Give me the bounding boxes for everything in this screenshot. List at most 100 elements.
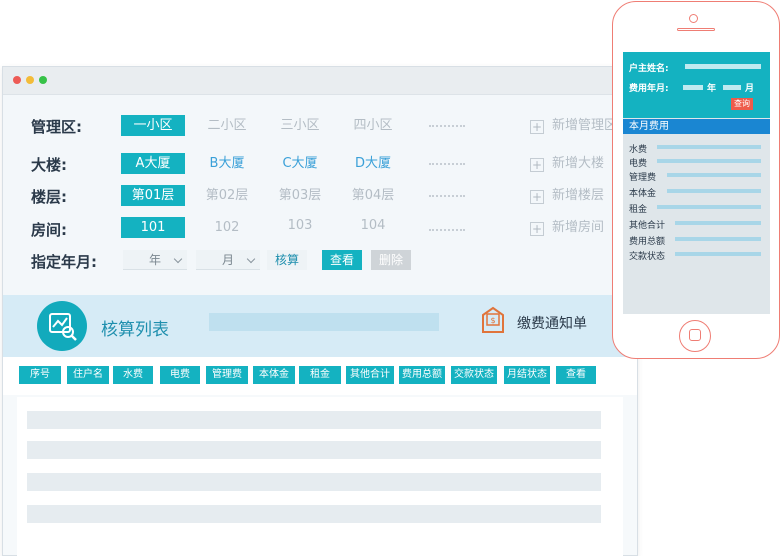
add-floor-label: 新增楼层 [552, 188, 605, 203]
add-district-button[interactable]: + 新增管理区 [530, 117, 617, 135]
maximize-dot[interactable] [39, 76, 47, 84]
building-label: 大楼: [31, 156, 67, 174]
table-row[interactable] [27, 473, 601, 491]
fee-item-label: 本体金 [629, 189, 657, 199]
more-dots [429, 229, 465, 231]
fee-item-label: 管理费 [629, 173, 657, 183]
add-district-label: 新增管理区 [552, 118, 618, 133]
fee-item-label: 其他合计 [629, 221, 666, 231]
district-label: 管理区: [31, 118, 82, 136]
phone-mockup: 户主姓名: 费用年月: 年 月 查询 本月费用 水费 电费 管理费 本体金 租金… [612, 1, 780, 359]
room-label: 房间: [31, 221, 67, 239]
column-header[interactable]: 序号 [19, 366, 61, 384]
owner-name-label: 户主姓名: [629, 64, 669, 74]
building-option-b[interactable]: B大厦 [195, 153, 259, 174]
home-button[interactable] [679, 320, 711, 352]
building-option-c[interactable]: C大厦 [268, 153, 332, 174]
delete-button[interactable]: 删除 [371, 250, 411, 270]
room-option-104[interactable]: 104 [341, 215, 405, 236]
column-header[interactable]: 查看 [556, 366, 596, 384]
floor-option-3[interactable]: 第03层 [268, 185, 332, 206]
room-option-102[interactable]: 102 [195, 217, 259, 238]
table-row[interactable] [27, 505, 601, 523]
add-building-button[interactable]: + 新增大楼 [530, 155, 604, 173]
room-option-101[interactable]: 101 [121, 217, 185, 238]
column-header[interactable]: 电费 [160, 366, 200, 384]
add-floor-button[interactable]: + 新增楼层 [530, 187, 604, 205]
phone-year-label: 年 [707, 84, 717, 94]
more-dots [429, 195, 465, 197]
room-option-103[interactable]: 103 [268, 215, 332, 236]
fee-item-label: 租金 [629, 205, 648, 215]
query-button[interactable]: 查询 [731, 98, 753, 110]
building-option-d[interactable]: D大厦 [341, 153, 405, 174]
phone-screen: 户主姓名: 费用年月: 年 月 查询 本月费用 水费 电费 管理费 本体金 租金… [623, 52, 770, 314]
column-header[interactable]: 本体金 [253, 366, 295, 384]
owner-name-input[interactable] [685, 64, 761, 69]
add-building-label: 新增大楼 [552, 156, 605, 171]
column-header[interactable]: 管理费 [206, 366, 248, 384]
fee-item-value [657, 159, 761, 163]
chevron-down-icon [173, 254, 183, 264]
floor-option-1[interactable]: 第01层 [121, 185, 185, 206]
fee-item-value [657, 145, 761, 149]
column-header[interactable]: 水费 [113, 366, 153, 384]
table-body [17, 397, 623, 556]
more-dots [429, 125, 465, 127]
payment-notice-icon[interactable]: $ [479, 305, 507, 335]
fee-item-value [657, 205, 761, 209]
chevron-down-icon [246, 254, 256, 264]
floor-option-4[interactable]: 第04层 [341, 185, 405, 206]
column-header[interactable]: 月结状态 [504, 366, 550, 384]
column-header[interactable]: 交款状态 [451, 366, 497, 384]
fee-item-label: 电费 [629, 159, 648, 169]
speaker-icon [677, 28, 715, 31]
add-room-button[interactable]: + 新增房间 [530, 219, 604, 237]
payment-notice-label[interactable]: 缴费通知单 [517, 313, 587, 333]
column-header[interactable]: 其他合计 [346, 366, 394, 384]
phone-year-input[interactable] [683, 85, 703, 90]
plus-icon: + [530, 222, 544, 236]
floor-option-2[interactable]: 第02层 [195, 185, 259, 206]
calculate-button[interactable]: 核算 [267, 250, 307, 270]
browser-window: 管理区: 一小区 二小区 三小区 四小区 + 新增管理区 大楼: A大厦 B大厦 … [2, 66, 638, 556]
home-square-icon [689, 329, 701, 341]
fee-item-label: 水费 [629, 145, 648, 155]
fee-item-value [675, 237, 761, 241]
month-select[interactable]: 月 [196, 250, 260, 270]
fee-item-value [667, 173, 761, 177]
window-titlebar [3, 67, 637, 95]
month-select-value: 月 [221, 253, 234, 267]
column-header[interactable]: 住户名 [67, 366, 109, 384]
camera-icon [689, 14, 698, 23]
monthly-fee-section: 本月费用 [623, 119, 770, 134]
calc-list-header: 核算列表 $ 缴费通知单 [3, 295, 637, 357]
column-header[interactable]: 费用总额 [399, 366, 445, 384]
fee-item-label: 费用总额 [629, 237, 666, 247]
district-option-4[interactable]: 四小区 [341, 115, 405, 136]
minimize-dot[interactable] [26, 76, 34, 84]
plus-icon: + [530, 190, 544, 204]
table-row[interactable] [27, 411, 601, 429]
period-label: 指定年月: [31, 253, 97, 271]
calculation-icon [37, 301, 87, 351]
view-button[interactable]: 查看 [322, 250, 362, 270]
illustration-stage: 管理区: 一小区 二小区 三小区 四小区 + 新增管理区 大楼: A大厦 B大厦 … [0, 0, 781, 556]
fee-item-value [675, 221, 761, 225]
phone-month-input[interactable] [723, 85, 741, 90]
floor-label: 楼层: [31, 188, 67, 206]
column-header[interactable]: 租金 [299, 366, 341, 384]
year-select[interactable]: 年 [123, 250, 187, 270]
phone-month-label: 月 [745, 84, 755, 94]
fee-item-value [667, 189, 761, 193]
district-option-3[interactable]: 三小区 [268, 115, 332, 136]
fee-item-label: 交款状态 [629, 252, 666, 262]
table-row[interactable] [27, 441, 601, 459]
building-option-a[interactable]: A大厦 [121, 153, 185, 174]
phone-query-panel: 户主姓名: 费用年月: 年 月 查询 [623, 52, 770, 118]
district-option-2[interactable]: 二小区 [195, 115, 259, 136]
close-dot[interactable] [13, 76, 21, 84]
plus-icon: + [530, 120, 544, 134]
calc-search-bar[interactable] [209, 313, 439, 331]
district-option-1[interactable]: 一小区 [121, 115, 185, 136]
